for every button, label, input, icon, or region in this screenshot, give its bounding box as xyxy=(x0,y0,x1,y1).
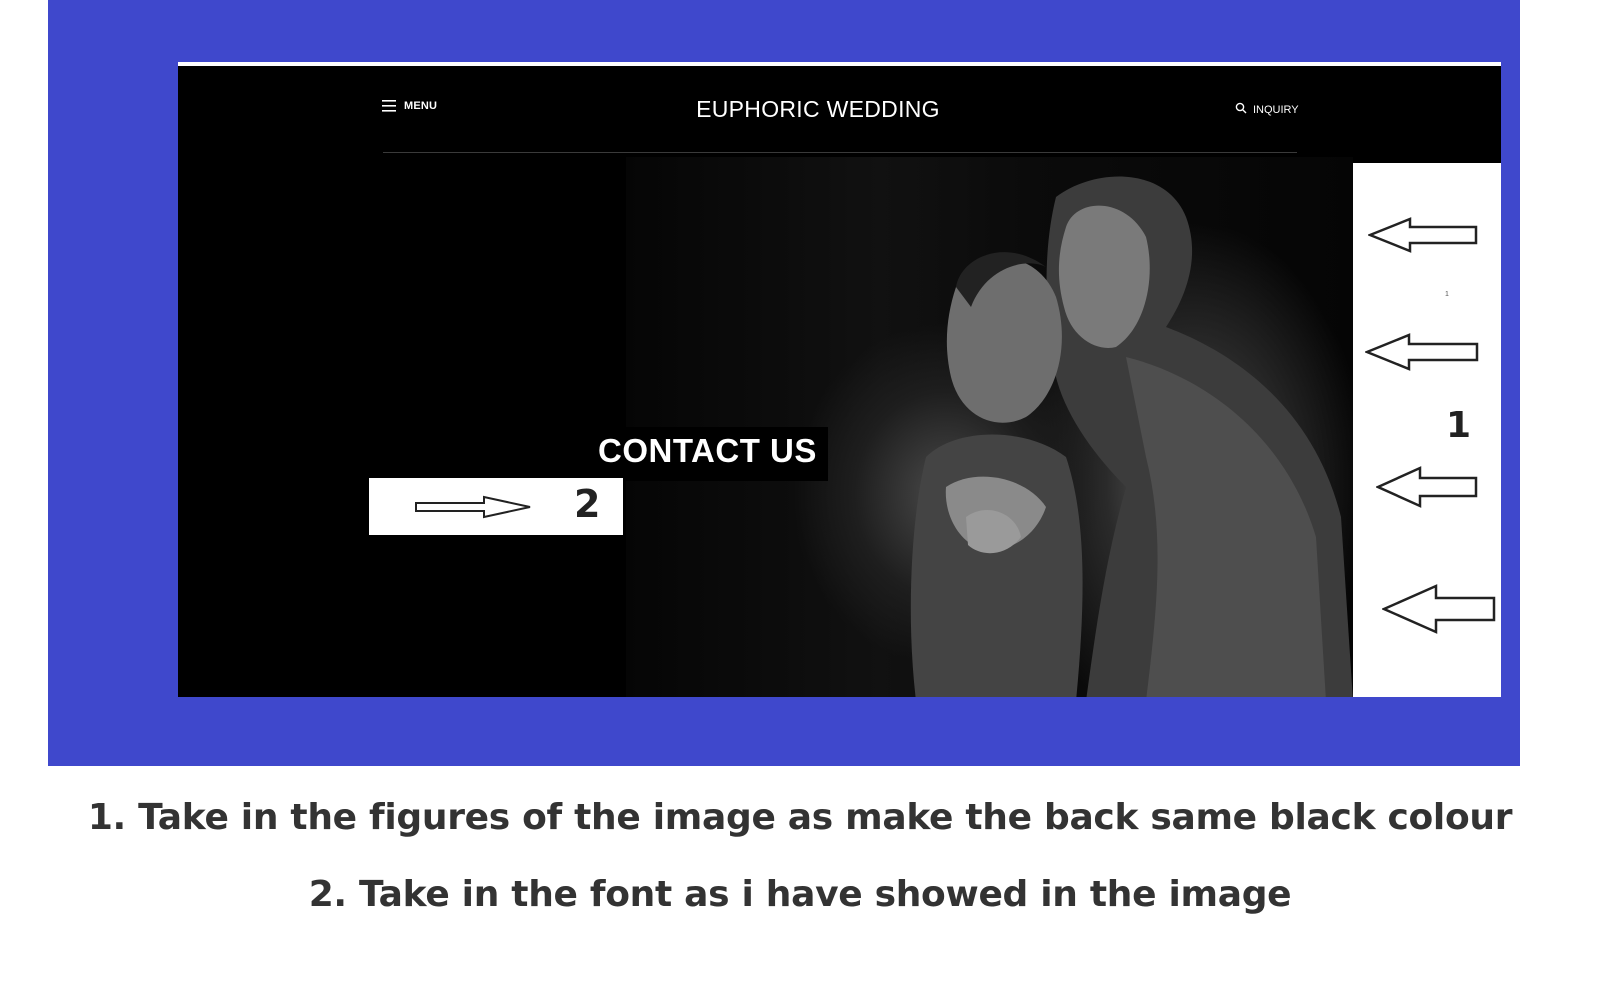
annotation-panel-left: 2 xyxy=(369,478,623,535)
search-icon xyxy=(1235,101,1247,119)
website-screenshot: MENU EUPHORIC WEDDING INQUIRY CONTACT US… xyxy=(178,62,1501,697)
instruction-caption: 2. Take in the font as i have showed in … xyxy=(308,874,1292,915)
annotation-small-marker: 1 xyxy=(1445,291,1449,298)
annotation-panel-right: 1 1 xyxy=(1353,163,1501,697)
site-title[interactable]: EUPHORIC WEDDING xyxy=(578,96,1058,123)
annotation-number: 2 xyxy=(574,482,601,526)
blue-frame: MENU EUPHORIC WEDDING INQUIRY CONTACT US… xyxy=(48,0,1520,766)
menu-label: MENU xyxy=(404,100,438,112)
header-divider xyxy=(383,152,1297,153)
annotation-number: 1 xyxy=(1446,405,1472,446)
instruction-caption: 1. Take in the figures of the image as m… xyxy=(87,797,1513,838)
inquiry-button[interactable]: INQUIRY xyxy=(1235,101,1299,119)
inquiry-label: INQUIRY xyxy=(1253,104,1299,116)
hamburger-icon xyxy=(382,100,396,112)
menu-button[interactable]: MENU xyxy=(382,100,437,112)
contact-us-heading: CONTACT US xyxy=(598,432,817,469)
